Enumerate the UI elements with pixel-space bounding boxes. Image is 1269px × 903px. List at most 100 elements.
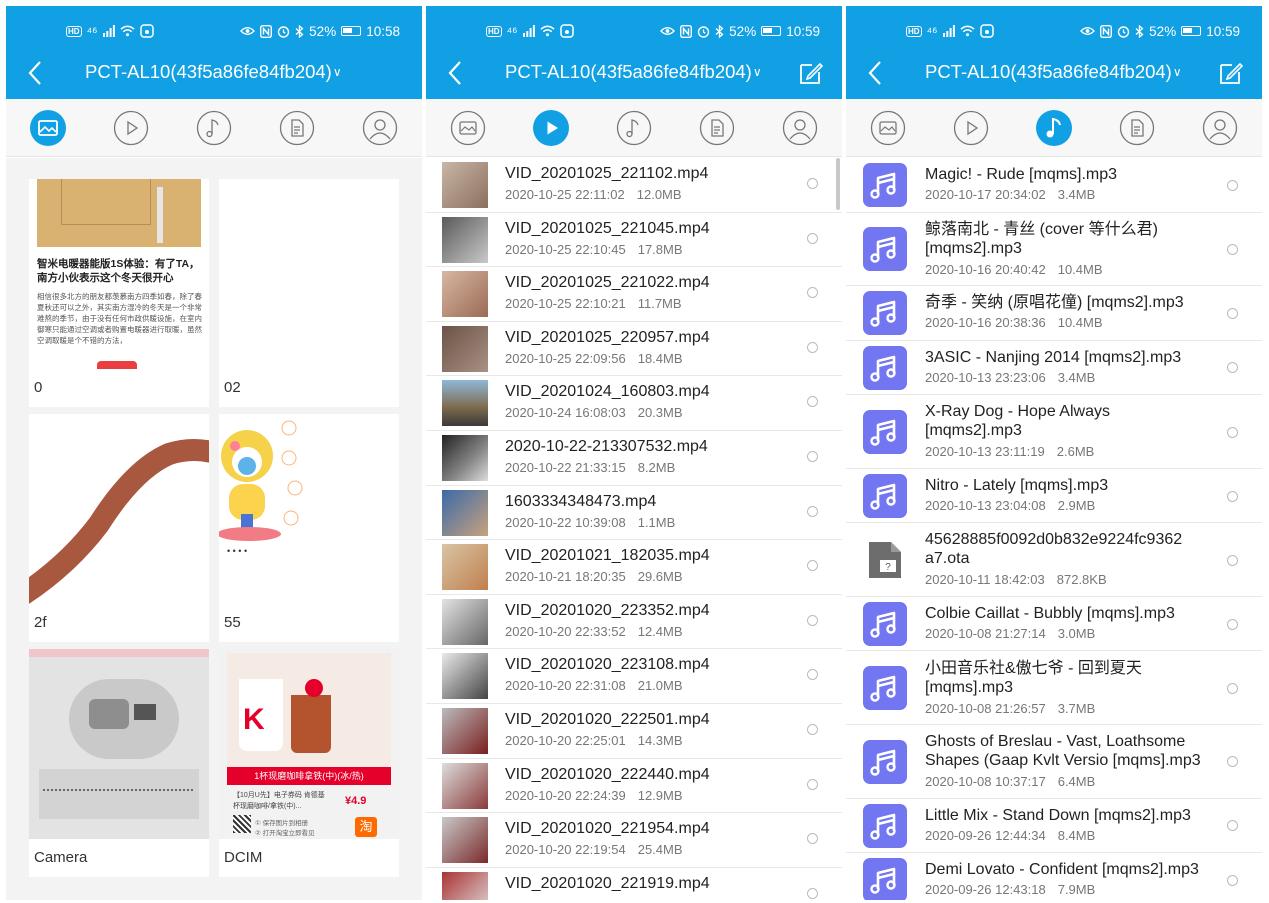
video-list-item[interactable]: VID_20201021_182035.mp4 2020-10-21 18:20:… (426, 540, 842, 595)
video-list-item[interactable]: 2020-10-22-213307532.mp4 2020-10-22 21:33… (426, 431, 842, 486)
music-list-item[interactable]: 奇季 - 笑纳 (原唱花僮) [mqms2].mp3 2020-10-16 20:… (846, 286, 1262, 341)
tab-videos-video-play-icon[interactable] (953, 110, 989, 146)
video-list-item[interactable]: VID_20201025_221045.mp4 2020-10-25 22:10:… (426, 213, 842, 268)
video-thumbnail (442, 216, 488, 263)
select-radio[interactable] (807, 887, 818, 899)
tab-music-music-note-icon[interactable] (1036, 110, 1072, 146)
music-list-item[interactable]: ? 45628885f0092d0b832e9224fc9362 a7.ota 202… (846, 523, 1262, 597)
tab-videos-video-play-icon[interactable] (113, 110, 149, 146)
music-list-item[interactable]: X-Ray Dog - Hope Always [mqms2].mp3 2020-1… (846, 395, 1262, 469)
tab-contacts-contact-person-icon[interactable] (362, 110, 398, 146)
select-radio[interactable] (807, 560, 818, 572)
video-list-item[interactable]: VID_20201020_221919.mp4 (426, 868, 842, 900)
video-list-item[interactable]: VID_20201024_160803.mp4 2020-10-24 16:08:… (426, 376, 842, 431)
select-radio[interactable] (1227, 554, 1238, 566)
folder-tile[interactable]: K 1杯现磨咖啡拿铁(中)(冰/热) 【10月U先】电子券码 肯德基 杯现磨咖啡… (219, 649, 399, 877)
video-size: 11.7MB (637, 296, 682, 312)
music-list-item[interactable]: Ghosts of Breslau - Vast, Loathsome Shape… (846, 725, 1262, 799)
tab-music-music-note-icon[interactable] (196, 110, 232, 146)
folder-tile[interactable]: 02 (219, 179, 399, 407)
select-radio[interactable] (807, 505, 818, 517)
tab-documents-document-icon[interactable] (279, 110, 315, 146)
video-meta: 2020-10-20 22:31:08 21.0MB (505, 678, 683, 693)
select-radio[interactable] (1227, 179, 1238, 191)
music-list-item[interactable]: 3ASIC - Nanjing 2014 [mqms2].mp3 2020-10-… (846, 341, 1262, 396)
scrollbar[interactable] (836, 158, 840, 210)
select-radio[interactable] (1227, 307, 1238, 319)
select-radio[interactable] (807, 451, 818, 462)
folder-label: 0 (34, 379, 43, 396)
music-meta: 2020-10-08 21:27:14 3.0MB (925, 626, 1095, 641)
folder-tile[interactable]: • • • • 55 (219, 414, 399, 642)
folder-tile[interactable]: Camera (29, 649, 209, 877)
ad-step-2: ② 打开淘宝立即看见 (255, 830, 315, 837)
select-radio[interactable] (807, 341, 818, 353)
video-list-item[interactable]: VID_20201020_222501.mp4 2020-10-20 22:25:… (426, 704, 842, 759)
music-date: 2020-10-16 20:40:42 (925, 261, 1046, 277)
select-radio[interactable] (1227, 490, 1238, 502)
music-list-item[interactable]: Magic! - Rude [mqms].mp3 2020-10-17 20:34… (846, 158, 1262, 213)
music-list-item[interactable]: 小田音乐社&傲七爷 - 回到夏天 [mqms].mp3 2020-10-08 21:… (846, 652, 1262, 725)
select-radio[interactable] (807, 232, 818, 244)
select-radio[interactable] (807, 287, 818, 299)
music-list-item[interactable]: 鲸落南北 - 青丝 (cover 等什么君) [mqms2].mp3 2020-10… (846, 213, 1262, 287)
video-list-item[interactable]: VID_20201025_221022.mp4 2020-10-25 22:10:… (426, 267, 842, 322)
select-radio[interactable] (1227, 820, 1238, 832)
select-radio[interactable] (807, 178, 818, 189)
video-date: 2020-10-22 21:33:15 (505, 460, 626, 475)
tab-music-music-note-icon[interactable] (616, 110, 652, 146)
chevron-down-icon: ∨ (332, 65, 342, 79)
folder-tile[interactable]: 2f (29, 414, 209, 642)
music-list-item[interactable]: Demi Lovato - Confident [mqms2].mp3 2020-… (846, 853, 1262, 900)
select-radio[interactable] (807, 669, 818, 681)
tab-documents-document-icon[interactable] (1119, 110, 1155, 146)
device-title[interactable]: PCT-AL10(43f5a86fe84fb204)∨ (85, 61, 342, 83)
video-list-item[interactable]: VID_20201025_220957.mp4 2020-10-25 22:09:… (426, 322, 842, 377)
tab-videos-video-play-icon[interactable] (533, 110, 569, 146)
device-title[interactable]: PCT-AL10(43f5a86fe84fb204)∨ (505, 61, 762, 83)
music-date: 2020-10-16 20:38:36 (925, 315, 1046, 331)
tab-pictures-picture-icon[interactable] (450, 110, 486, 146)
video-date: 2020-10-22 10:39:08 (505, 514, 626, 530)
music-list-item[interactable]: Colbie Caillat - Bubbly [mqms].mp3 2020-1… (846, 597, 1262, 652)
device-title[interactable]: PCT-AL10(43f5a86fe84fb204)∨ (925, 61, 1182, 83)
video-list-item[interactable]: VID_20201020_223108.mp4 2020-10-20 22:31:… (426, 649, 842, 704)
back-arrow-icon[interactable] (862, 59, 890, 87)
tab-contacts-contact-person-icon[interactable] (1202, 110, 1238, 146)
select-radio[interactable] (1227, 362, 1238, 374)
unknown-file-icon: ? (863, 538, 907, 582)
tab-contacts-contact-person-icon[interactable] (782, 110, 818, 146)
edit-icon[interactable] (798, 60, 824, 86)
video-list-item[interactable]: VID_20201020_222440.mp4 2020-10-20 22:24:… (426, 759, 842, 814)
tab-pictures-picture-icon[interactable] (30, 110, 66, 146)
back-arrow-icon[interactable] (442, 59, 470, 87)
video-list-item[interactable]: 1603334348473.mp4 2020-10-22 10:39:08 1.1M… (426, 486, 842, 541)
select-radio[interactable] (1227, 756, 1238, 768)
folder-label: 02 (224, 379, 241, 396)
video-list-item[interactable]: VID_20201020_221954.mp4 2020-10-20 22:19:… (426, 813, 842, 868)
select-radio[interactable] (1227, 874, 1238, 886)
music-size: 3.4MB (1057, 369, 1096, 385)
music-list-item[interactable]: Nitro - Lately [mqms].mp3 2020-10-13 23:0… (846, 469, 1262, 524)
video-date: 2020-10-24 16:08:03 (505, 405, 626, 421)
select-radio[interactable] (807, 833, 818, 845)
video-list-item[interactable]: VID_20201025_221102.mp4 2020-10-25 22:11:… (426, 158, 842, 213)
select-radio[interactable] (1227, 618, 1238, 630)
select-radio[interactable] (807, 396, 818, 408)
tab-documents-document-icon[interactable] (699, 110, 735, 146)
select-radio[interactable] (1227, 682, 1238, 694)
music-list-item[interactable]: Little Mix - Stand Down [mqms2].mp3 2020-… (846, 799, 1262, 854)
folder-tile[interactable]: 智米电暖器能版1S体验：有了TA，南方小伙表示这个冬天很开心 相信很多北方的朋友… (29, 179, 209, 407)
edit-icon[interactable] (1218, 60, 1244, 86)
video-list-item[interactable]: VID_20201020_223352.mp4 2020-10-20 22:33:… (426, 595, 842, 650)
select-radio[interactable] (1227, 426, 1238, 438)
select-radio[interactable] (1227, 243, 1238, 255)
back-arrow-icon[interactable] (22, 59, 50, 87)
select-radio[interactable] (807, 778, 818, 790)
file-name-line-1: 奇季 - 笑纳 (原唱花僮) [mqms2].mp3 (925, 294, 1184, 312)
video-meta: 2020-10-24 16:08:03 20.3MB (505, 405, 683, 420)
select-radio[interactable] (807, 614, 818, 626)
select-radio[interactable] (807, 724, 818, 735)
status-bar: HD ⁴⁶ 52% 10:59 (426, 22, 842, 40)
tab-pictures-picture-icon[interactable] (870, 110, 906, 146)
